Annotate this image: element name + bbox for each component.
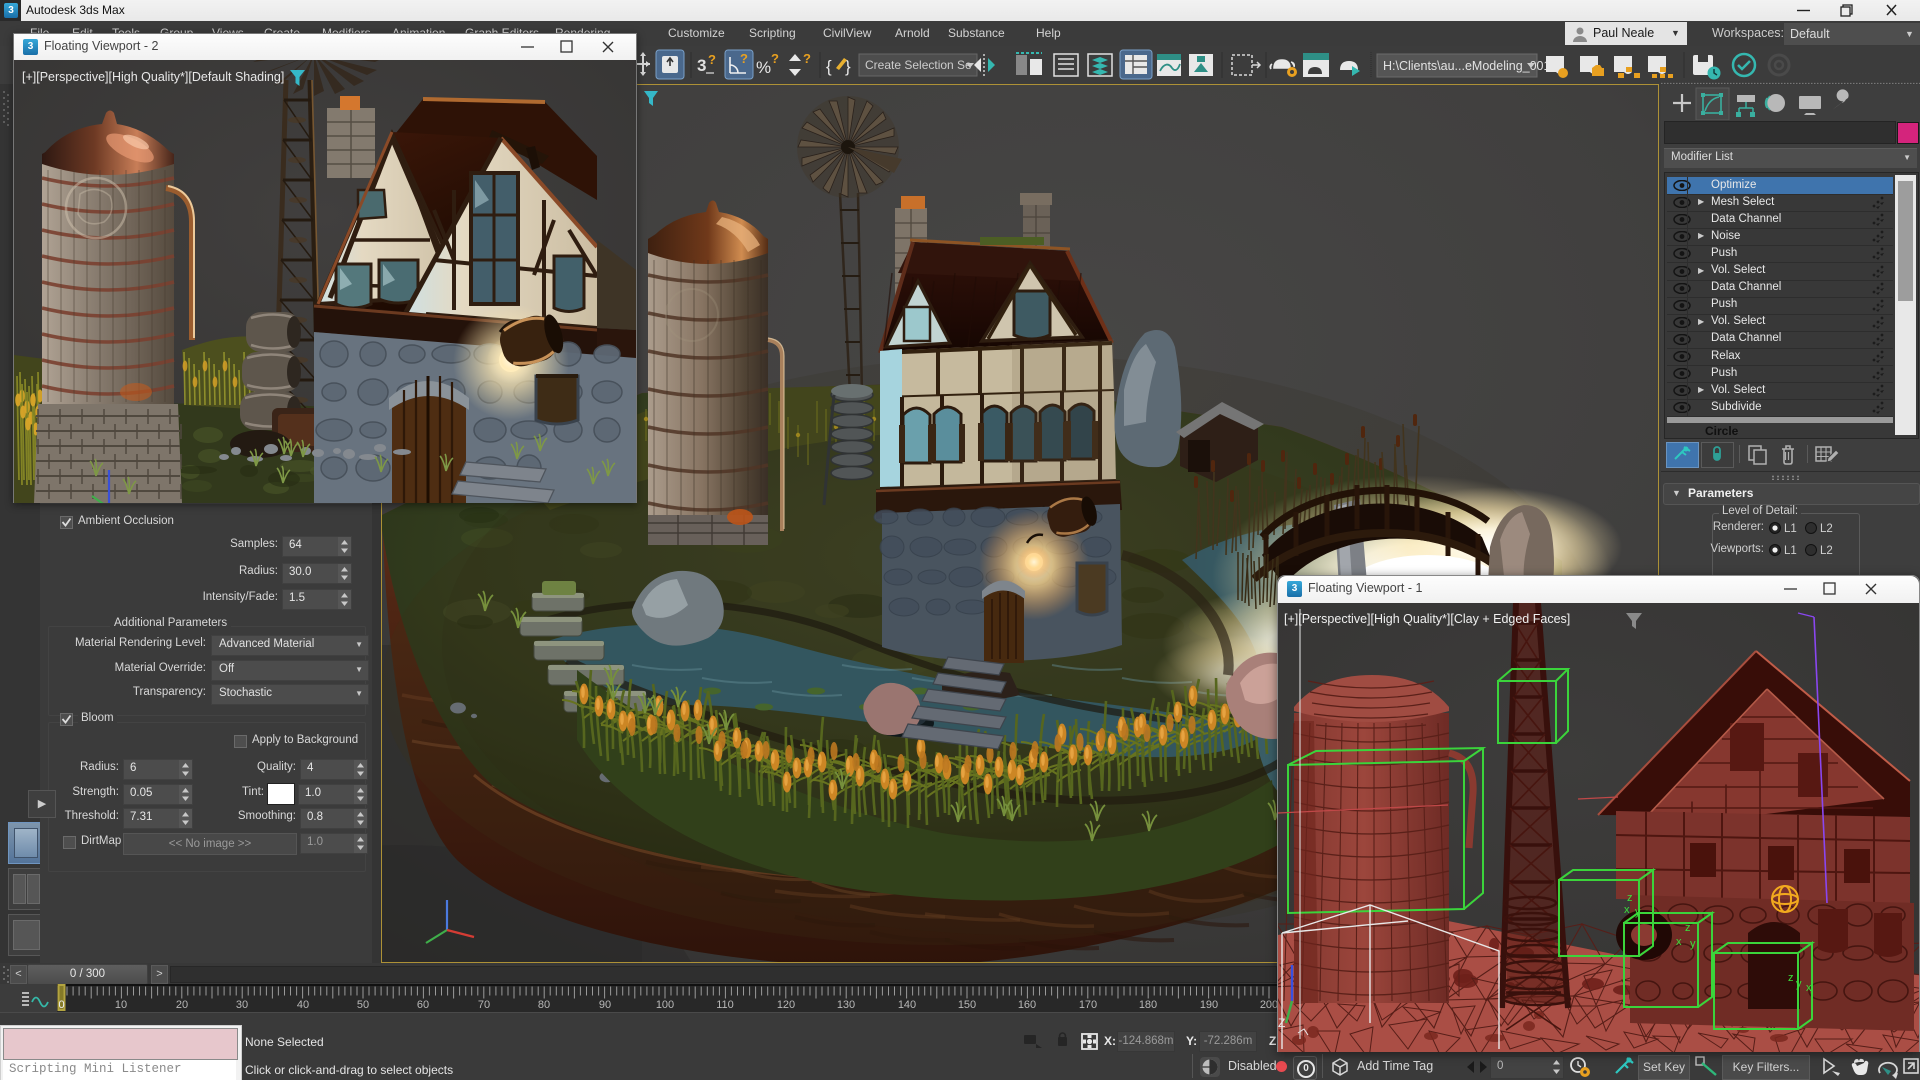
svg-text:y: y xyxy=(1690,938,1696,950)
svg-text:190: 190 xyxy=(1200,999,1218,1011)
svg-text:80: 80 xyxy=(538,999,550,1011)
svg-text:110: 110 xyxy=(716,999,734,1011)
svg-text:60: 60 xyxy=(417,999,429,1011)
svg-text:?: ? xyxy=(708,52,716,67)
svg-text:10: 10 xyxy=(115,999,127,1011)
svg-text:200: 200 xyxy=(1260,999,1277,1011)
svg-text:L2: L2 xyxy=(1820,523,1833,535)
svg-text:120: 120 xyxy=(777,999,795,1011)
svg-text:?: ? xyxy=(803,51,811,66)
svg-text:Z: Z xyxy=(1278,1016,1285,1030)
svg-text:L2: L2 xyxy=(1820,545,1833,557)
svg-text:50: 50 xyxy=(357,999,369,1011)
svg-text:0: 0 xyxy=(58,999,64,1011)
svg-text:170: 170 xyxy=(1079,999,1097,1011)
svg-text:3: 3 xyxy=(697,56,706,75)
svg-text:y: y xyxy=(1635,906,1641,918)
svg-text:30: 30 xyxy=(236,999,248,1011)
svg-text:[+][Perspective][High Quality*: [+][Perspective][High Quality*][Clay + E… xyxy=(1284,612,1570,626)
svg-text:140: 140 xyxy=(898,999,916,1011)
svg-text:z: z xyxy=(1685,922,1691,934)
svg-text:130: 130 xyxy=(837,999,855,1011)
svg-text:20: 20 xyxy=(176,999,188,1011)
svg-text:%: % xyxy=(756,58,771,77)
svg-text:L1: L1 xyxy=(1784,523,1797,535)
svg-text:z: z xyxy=(1788,972,1794,984)
svg-text:x: x xyxy=(1624,904,1630,916)
svg-text:160: 160 xyxy=(1018,999,1036,1011)
svg-text:L1: L1 xyxy=(1784,545,1797,557)
svg-text:40: 40 xyxy=(297,999,309,1011)
svg-text:Create Selection Se: Create Selection Se xyxy=(865,58,972,72)
svg-text:x: x xyxy=(1676,936,1682,948)
svg-text:150: 150 xyxy=(958,999,976,1011)
svg-text:?: ? xyxy=(740,51,748,66)
svg-text:[+][Perspective][High Quality*: [+][Perspective][High Quality*][Default … xyxy=(22,70,284,84)
svg-text:x: x xyxy=(1806,982,1812,994)
svg-text:H:\Clients\au...eModeling_001: H:\Clients\au...eModeling_001 xyxy=(1383,59,1551,73)
svg-text:y: y xyxy=(1796,978,1802,990)
svg-text:90: 90 xyxy=(599,999,611,1011)
svg-text:70: 70 xyxy=(478,999,490,1011)
svg-text:180: 180 xyxy=(1139,999,1157,1011)
svg-text:{: { xyxy=(826,57,832,76)
svg-text:100: 100 xyxy=(656,999,674,1011)
svg-text:z: z xyxy=(1627,892,1633,904)
svg-text:?: ? xyxy=(771,51,779,66)
